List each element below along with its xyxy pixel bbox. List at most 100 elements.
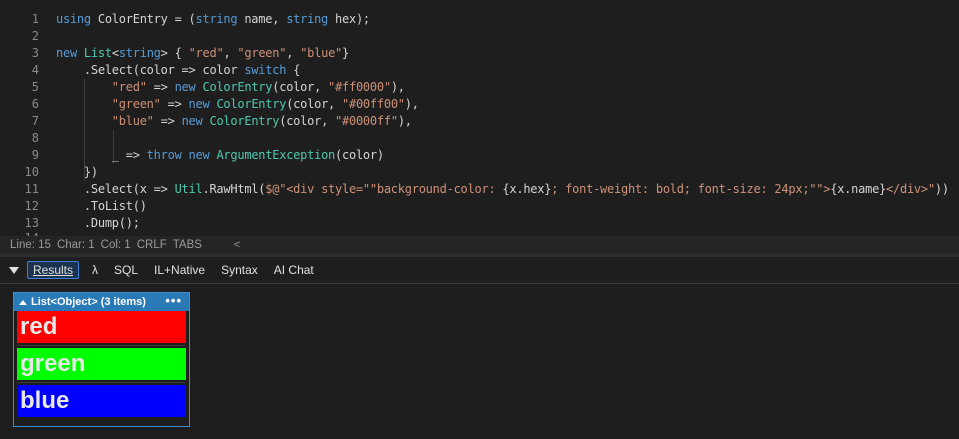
status-indent[interactable]: TABS	[173, 236, 202, 254]
code-token: ),	[390, 80, 405, 94]
code-text[interactable]: .ToList()	[56, 198, 959, 215]
code-token: ColorEntry	[216, 97, 287, 111]
tab-il-native[interactable]: IL+Native	[151, 262, 208, 278]
code-token: new	[188, 148, 210, 162]
status-char: Char: 1	[56, 239, 95, 251]
color-swatch-green: green	[17, 348, 186, 380]
code-token: (color)	[335, 148, 384, 162]
code-line[interactable]: 7 "blue" => new ColorEntry(color, "#0000…	[0, 113, 959, 130]
line-number: 11	[24, 182, 39, 196]
list-item: green	[17, 346, 186, 383]
code-token: {	[286, 63, 301, 77]
list-header[interactable]: List<Object> (3 items) •••	[14, 293, 189, 311]
code-token: "blue"	[300, 46, 343, 60]
code-token: }	[342, 46, 350, 60]
code-token: ColorEntry = (	[90, 12, 196, 26]
code-text[interactable]	[56, 130, 959, 147]
code-token: new	[174, 80, 196, 94]
code-line[interactable]: 5 "red" => new ColorEntry(color, "#ff000…	[0, 79, 959, 96]
code-token: throw	[146, 148, 182, 162]
code-token: string	[286, 12, 329, 26]
code-token: ),	[404, 97, 419, 111]
code-text[interactable]: new List<string> { "red", "green", "blue…	[56, 45, 959, 62]
code-token: "red"	[111, 80, 147, 94]
code-line[interactable]: 1 using ColorEntry = (string name, string…	[0, 11, 959, 28]
line-number: 1	[31, 12, 39, 26]
code-line[interactable]: 6 "green" => new ColorEntry(color, "#00f…	[0, 96, 959, 113]
code-token: ,	[223, 46, 238, 60]
code-line[interactable]: 2	[0, 28, 959, 45]
code-text[interactable]: using ColorEntry = (string name, string …	[56, 11, 959, 28]
code-token: .Dump();	[56, 216, 140, 230]
code-lines[interactable]: 1 using ColorEntry = (string name, string…	[0, 11, 959, 232]
code-token: {x.hex}	[502, 182, 552, 196]
code-line[interactable]: 9 _ => throw new ArgumentException(color…	[0, 147, 959, 164]
code-token: "red"	[188, 46, 224, 60]
code-token: hex);	[328, 12, 370, 26]
status-eol[interactable]: CRLF	[137, 236, 167, 254]
code-token: new	[56, 46, 77, 60]
code-token: Util	[174, 182, 203, 196]
code-token: .Select(x =>	[56, 182, 175, 196]
code-text[interactable]: "green" => new ColorEntry(color, "#00ff0…	[56, 96, 959, 113]
code-text[interactable]: .Dump();	[56, 215, 959, 232]
code-text[interactable]: })	[56, 164, 959, 181]
code-token: .RawHtml(	[202, 182, 266, 196]
collapse-arrow-icon[interactable]: <	[234, 236, 240, 254]
tab-sql[interactable]: SQL	[111, 262, 141, 278]
code-token: _ =>	[56, 148, 147, 162]
line-number: 8	[31, 131, 39, 145]
code-token: </div>"	[886, 182, 935, 196]
code-line[interactable]: 8	[0, 130, 959, 147]
tab-ai-chat[interactable]: AI Chat	[271, 262, 317, 278]
code-token: string	[195, 12, 238, 26]
code-token: =>	[146, 80, 175, 94]
code-token: new	[188, 97, 210, 111]
code-token: "#0000ff"	[335, 114, 398, 128]
code-token: ,	[286, 46, 301, 60]
code-line[interactable]: 11 .Select(x => Util.RawHtml($@"<div sty…	[0, 181, 959, 198]
code-token: ColorEntry	[209, 114, 280, 128]
code-token: "green"	[111, 97, 161, 111]
collapse-results-icon[interactable]	[9, 266, 19, 274]
line-number: 9	[31, 148, 39, 162]
code-token: new	[181, 114, 203, 128]
code-line[interactable]: 3 new List<string> { "red", "green", "blu…	[0, 45, 959, 62]
code-text[interactable]: "red" => new ColorEntry(color, "#ff0000"…	[56, 79, 959, 96]
code-token: .Select(color => color	[56, 63, 245, 77]
collapse-list-icon[interactable]	[19, 299, 27, 305]
code-line[interactable]: 12 .ToList()	[0, 198, 959, 215]
line-number: 13	[24, 216, 39, 230]
more-options-icon[interactable]: •••	[165, 293, 182, 309]
status-bar: Line: 15 Char: 1 Col: 1 CRLF TABS <	[0, 236, 959, 254]
line-number: 2	[31, 29, 39, 43]
code-text[interactable]: .Select(color => color switch {	[56, 62, 959, 79]
code-token: })	[56, 165, 98, 179]
code-text[interactable]	[56, 28, 959, 45]
tab-syntax[interactable]: Syntax	[218, 262, 261, 278]
code-line[interactable]: 10 })	[0, 164, 959, 181]
code-text[interactable]: _ => throw new ArgumentException(color)	[56, 147, 959, 164]
code-editor[interactable]: 1 using ColorEntry = (string name, string…	[0, 0, 959, 236]
tab-results[interactable]: Results	[27, 261, 80, 279]
code-token: ArgumentException	[216, 148, 336, 162]
code-token: > {	[160, 46, 189, 60]
code-token: ))	[934, 182, 949, 196]
code-token: $@"<div style=""background-color:	[265, 182, 503, 196]
color-swatch-red: red	[17, 311, 186, 343]
code-token: ; font-weight: bold; font-size: 24px;"">	[551, 182, 831, 196]
code-token: using	[56, 12, 91, 26]
code-text[interactable]: .Select(x => Util.RawHtml($@"<div style=…	[56, 181, 959, 198]
code-text[interactable]: "blue" => new ColorEntry(color, "#0000ff…	[56, 113, 959, 130]
color-swatch-blue: blue	[17, 385, 186, 417]
line-number: 3	[31, 46, 39, 60]
status-line: Line: 15	[10, 239, 51, 251]
code-line[interactable]: 4 .Select(color => color switch {	[0, 62, 959, 79]
tab-lambda[interactable]: λ	[89, 262, 101, 278]
code-line[interactable]: 13 .Dump();	[0, 215, 959, 232]
